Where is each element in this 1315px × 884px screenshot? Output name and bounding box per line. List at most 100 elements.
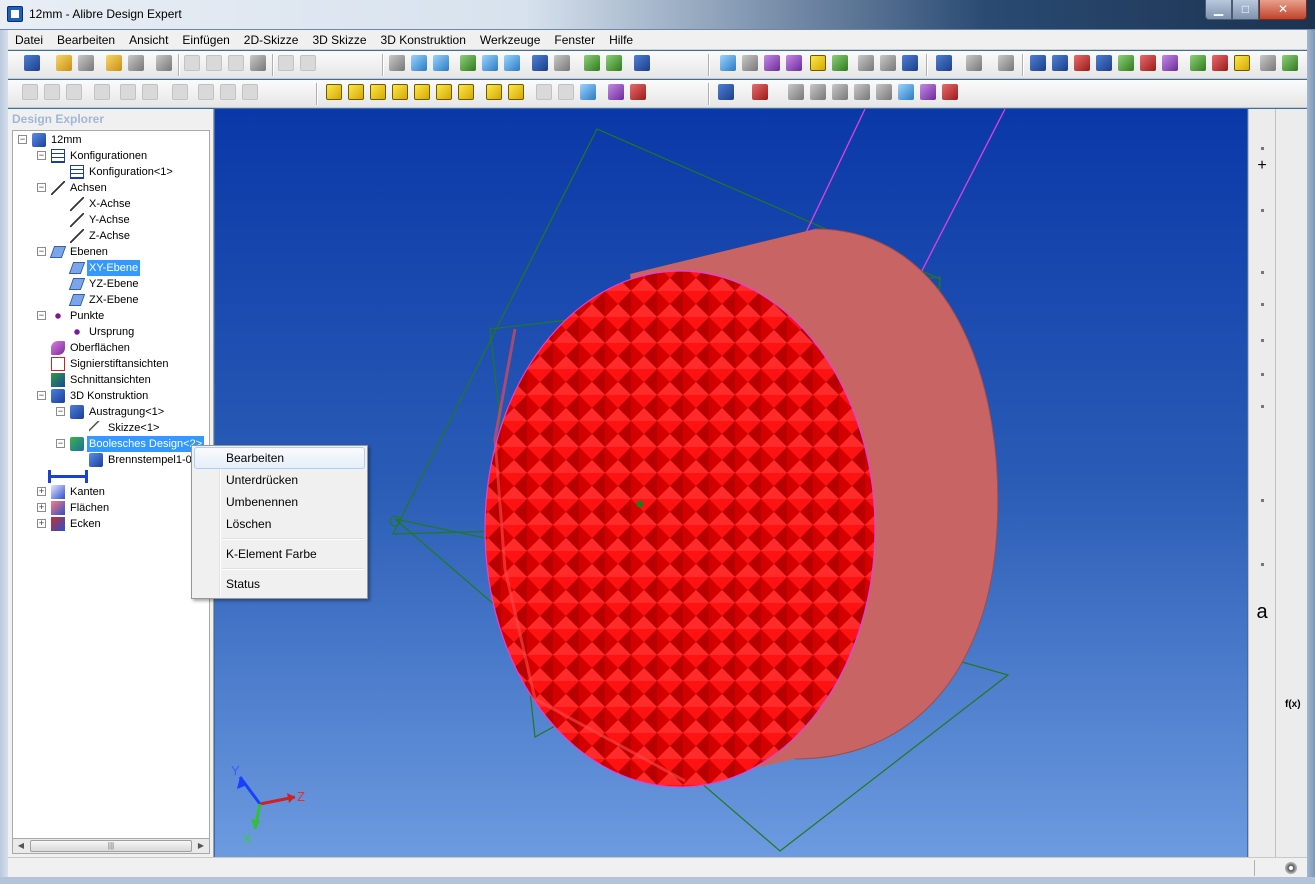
context-menu-feature-color[interactable]: K-Element Farbe [194, 543, 365, 565]
context-menu-suppress[interactable]: Unterdrücken [194, 469, 365, 491]
hierarchy-icon[interactable] [936, 55, 952, 71]
text-tool-icon[interactable]: a [1255, 602, 1269, 622]
pan-icon[interactable] [411, 55, 427, 71]
trim-icon[interactable] [1255, 477, 1269, 491]
hole-icon[interactable] [198, 84, 214, 100]
expand-icon[interactable]: + [37, 519, 46, 528]
constraint-a-icon[interactable] [1030, 55, 1046, 71]
save-icon[interactable] [78, 55, 94, 71]
disabled-a-icon[interactable] [1255, 187, 1269, 201]
axis-tool-icon[interactable] [742, 55, 758, 71]
part-icon[interactable] [718, 84, 734, 100]
scale-icon[interactable] [1285, 461, 1300, 476]
mirror-icon[interactable] [94, 84, 110, 100]
context-menu-edit[interactable]: Bearbeiten [194, 447, 365, 469]
constraint-b-icon[interactable] [1052, 55, 1068, 71]
app-icon[interactable] [7, 6, 23, 22]
property-icon[interactable] [902, 55, 918, 71]
view-top-icon[interactable] [370, 84, 386, 100]
constraint-l-icon[interactable] [1282, 55, 1298, 71]
collapse-icon[interactable]: − [37, 311, 46, 320]
collapse-icon[interactable]: − [56, 407, 65, 416]
extrude-cut-icon[interactable] [1285, 145, 1300, 160]
close-button[interactable]: ✕ [1259, 0, 1307, 20]
plus-icon[interactable]: + [1255, 158, 1269, 174]
constraint-j-icon[interactable] [1234, 55, 1250, 71]
surface-tool-icon[interactable] [786, 55, 802, 71]
draft-icon[interactable] [1285, 437, 1300, 452]
boolean-icon[interactable] [1285, 601, 1300, 616]
grid-icon[interactable] [242, 84, 258, 100]
revolve-icon[interactable] [1285, 173, 1300, 188]
expand-icon[interactable]: + [37, 487, 46, 496]
tree-node[interactable]: Y-Achse [13, 212, 209, 228]
sketch-f-icon[interactable] [898, 84, 914, 100]
face-offset-icon[interactable] [1285, 489, 1300, 504]
tree-node[interactable]: Schnittansichten [13, 372, 209, 388]
sketch-pattern-icon[interactable] [1255, 541, 1269, 555]
sketch-e-icon[interactable] [876, 84, 892, 100]
menu-einfuegen[interactable]: Einfügen [175, 30, 236, 50]
display-mode-icon[interactable] [966, 55, 982, 71]
tree-node[interactable]: + Flächen [13, 500, 209, 516]
section-plane-icon[interactable] [536, 84, 552, 100]
sketch-a-icon[interactable] [788, 84, 804, 100]
tree-node[interactable]: + Kanten [13, 484, 209, 500]
sketch-g-icon[interactable] [920, 84, 936, 100]
menu-ansicht[interactable]: Ansicht [122, 30, 175, 50]
previous-view-icon[interactable] [532, 55, 548, 71]
sketch-activate-icon[interactable] [1255, 123, 1269, 137]
view-front-icon[interactable] [326, 84, 342, 100]
tree-node[interactable]: − 3D Konstruktion [13, 388, 209, 404]
tree-node[interactable]: Ursprung [13, 324, 209, 340]
material-icon[interactable] [832, 55, 848, 71]
tree-node[interactable]: Z-Achse [13, 228, 209, 244]
thread-feature-icon[interactable] [1285, 347, 1300, 362]
tree-node[interactable]: Oberflächen [13, 340, 209, 356]
tree-node[interactable]: − 12mm [13, 132, 209, 148]
normal-to-icon[interactable] [486, 84, 502, 100]
menu-3d-skizze[interactable]: 3D Skizze [305, 30, 373, 50]
split-icon[interactable] [1285, 411, 1300, 426]
3d-viewport[interactable]: Y Z X [215, 109, 1247, 857]
rollback-bar-icon[interactable] [48, 470, 88, 483]
rectangle-icon[interactable] [1255, 351, 1269, 365]
delete-icon[interactable] [250, 55, 266, 71]
visualize-icon[interactable] [634, 55, 650, 71]
rotate-view-icon[interactable] [433, 55, 449, 71]
chamfer-icon[interactable] [142, 84, 158, 100]
tree-node[interactable]: Skizze<1> [13, 420, 209, 436]
sketch-d-icon[interactable] [854, 84, 870, 100]
pattern-feature-icon[interactable] [1285, 541, 1300, 556]
revolve-cut-icon[interactable] [1285, 197, 1300, 212]
redo-icon[interactable] [300, 55, 316, 71]
pattern-a-icon[interactable] [22, 84, 38, 100]
fillet-icon[interactable] [120, 84, 136, 100]
spline-icon[interactable] [1255, 383, 1269, 397]
dimension-icon[interactable] [1285, 725, 1300, 740]
context-menu-delete[interactable]: Löschen [194, 513, 365, 535]
tree-node[interactable]: Brennstempel1-0_ [13, 452, 209, 468]
balance-icon[interactable] [880, 55, 896, 71]
insert-part-icon[interactable] [1285, 635, 1300, 650]
loft-icon[interactable] [1285, 247, 1300, 262]
collapse-icon[interactable]: − [37, 391, 46, 400]
view-bottom-icon[interactable] [392, 84, 408, 100]
scroll-left-icon[interactable]: ◀ [13, 839, 29, 853]
tree-node[interactable]: − Konfigurationen [13, 148, 209, 164]
print-preview-icon[interactable] [128, 55, 144, 71]
zoom-window-icon[interactable] [482, 55, 498, 71]
sketch-color-icon[interactable] [1255, 685, 1269, 699]
rollback-bar[interactable] [13, 468, 209, 484]
menu-2d-skizze[interactable]: 2D-Skizze [237, 30, 306, 50]
maximize-button[interactable]: □ [1232, 0, 1259, 20]
collapse-icon[interactable]: − [37, 183, 46, 192]
undo-icon[interactable] [278, 55, 294, 71]
chamfer-feature-icon[interactable] [1285, 297, 1300, 312]
compass-icon[interactable] [1285, 862, 1297, 874]
sketch-b-icon[interactable] [810, 84, 826, 100]
tree-node[interactable]: − Punkte [13, 308, 209, 324]
constraint-f-icon[interactable] [1140, 55, 1156, 71]
feature-color-icon[interactable] [1285, 665, 1300, 680]
shading-icon[interactable] [606, 55, 622, 71]
